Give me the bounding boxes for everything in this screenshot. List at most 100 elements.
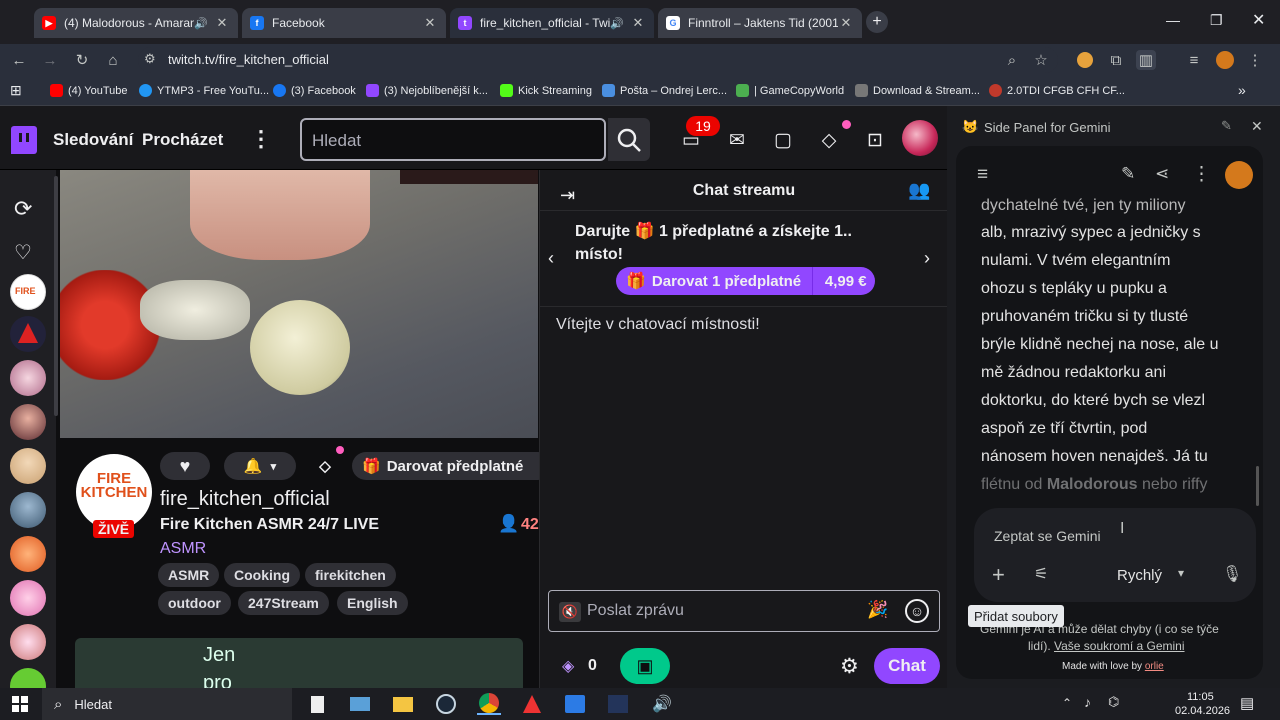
search-input[interactable]: Hledat	[300, 118, 606, 161]
taskbar-app-red[interactable]	[520, 693, 544, 715]
sidebar-scrollbar[interactable]	[54, 176, 58, 416]
chevron-left-icon[interactable]: ‹	[548, 248, 554, 269]
bookmark-download[interactable]: Download & Stream...	[855, 84, 980, 97]
reload-icon[interactable]: ↻	[72, 50, 92, 70]
apps-icon[interactable]: ⊞	[10, 82, 22, 99]
clock-time[interactable]: 11:05	[1187, 691, 1214, 703]
chat-send-button[interactable]: Chat	[874, 648, 940, 684]
taskbar-app-file[interactable]	[305, 693, 329, 715]
bookmark-posta[interactable]: Pošta – Ondrej Lerc...	[602, 84, 727, 97]
taskbar-app-dark[interactable]	[606, 693, 630, 715]
celebrate-icon[interactable]: 🎉	[867, 600, 888, 620]
bookmark-kick[interactable]: Kick Streaming	[500, 84, 592, 97]
gift-subscription-button[interactable]: 🎁 Darovat předplatné	[352, 452, 552, 480]
taskbar-app-explorer[interactable]	[391, 693, 415, 715]
tab-facebook[interactable]: f Facebook ✕	[242, 8, 446, 38]
channel-avatar[interactable]	[10, 360, 46, 396]
more-bookmarks-icon[interactable]: »	[1238, 82, 1246, 98]
tag[interactable]: 247Stream	[238, 591, 329, 615]
chrome-icon[interactable]	[477, 693, 501, 715]
share-icon[interactable]: ⋖	[1155, 164, 1169, 184]
account-avatar[interactable]	[1225, 161, 1253, 189]
chat-message-input[interactable]: 🔇 Poslat zprávu 🎉 ☺	[548, 590, 940, 632]
channel-avatar[interactable]	[10, 404, 46, 440]
channel-avatar[interactable]	[10, 624, 46, 660]
search-button[interactable]	[608, 118, 650, 161]
bookmark-ytmp3[interactable]: YTMP3 - Free YouTu...	[139, 84, 269, 97]
side-panel-icon[interactable]: ▥	[1136, 50, 1156, 70]
close-window-icon[interactable]: ✕	[1252, 10, 1265, 30]
site-settings-icon[interactable]: ⚙	[144, 51, 156, 67]
more-options-icon[interactable]: ⋮	[1192, 163, 1211, 186]
close-tab-icon[interactable]: ✕	[214, 15, 230, 31]
prime-button[interactable]: ◇	[308, 452, 342, 480]
bookmark-youtube[interactable]: (4) YouTube	[50, 84, 128, 97]
nav-following[interactable]: Sledování	[53, 130, 133, 150]
speaker-tray-icon[interactable]: ♪	[1084, 694, 1091, 710]
model-mode-selector[interactable]: Rychlý	[1117, 567, 1162, 584]
network-tray-icon[interactable]: ⌬	[1108, 694, 1119, 710]
nav-browse[interactable]: Procházet	[142, 130, 223, 150]
tag[interactable]: English	[337, 591, 408, 615]
recommended-icon[interactable]: ⟳	[14, 196, 32, 222]
profile-avatar-icon[interactable]	[1215, 50, 1235, 70]
channel-avatar[interactable]: FIRE	[10, 274, 46, 310]
following-heart-icon[interactable]: ♡	[14, 240, 32, 265]
bookmark-facebook[interactable]: (3) Facebook	[273, 84, 356, 97]
pin-icon[interactable]: ✎	[1221, 118, 1232, 134]
back-icon[interactable]: ←	[9, 50, 29, 70]
user-avatar[interactable]	[902, 120, 938, 156]
clock-date[interactable]: 02.04.2026	[1175, 705, 1230, 717]
gift-one-sub-button[interactable]: 🎁 Darovat 1 předplatné 4,99 €	[616, 267, 875, 295]
bits-icon[interactable]: ⊡	[863, 128, 887, 152]
tag[interactable]: ASMR	[158, 563, 220, 587]
tag[interactable]: Cooking	[224, 563, 300, 587]
channel-avatar[interactable]	[10, 448, 46, 484]
tag[interactable]: firekitchen	[305, 563, 396, 587]
microphone-icon[interactable]: 🎙	[1222, 564, 1242, 584]
media-control-icon[interactable]: ≡	[1184, 50, 1204, 70]
address-bar[interactable]: ⚙ twitch.tv/fire_kitchen_official	[138, 47, 1058, 73]
stream-category[interactable]: ASMR	[160, 540, 206, 558]
chat-scrollbar[interactable]	[1256, 466, 1259, 506]
tools-icon[interactable]: ⚟	[1034, 564, 1048, 584]
start-button[interactable]	[8, 693, 32, 715]
close-tab-icon[interactable]: ✕	[422, 15, 438, 31]
extensions-icon[interactable]: ⧉	[1106, 50, 1126, 70]
author-link[interactable]: orlie	[1145, 661, 1164, 672]
steam-icon[interactable]	[434, 693, 458, 715]
tray-chevron-icon[interactable]: ⌃	[1062, 696, 1072, 710]
forward-icon[interactable]: →	[40, 50, 60, 70]
channel-avatar[interactable]	[10, 580, 46, 616]
follow-heart-button[interactable]: ♥	[160, 452, 210, 480]
close-tab-icon[interactable]: ✕	[838, 15, 854, 31]
zoom-icon[interactable]: ⌕	[1002, 50, 1022, 70]
channel-points-icon[interactable]: ◈	[562, 656, 574, 676]
channel-avatar[interactable]	[10, 668, 46, 688]
chat-users-icon[interactable]: 👥	[908, 180, 930, 201]
hamburger-menu-icon[interactable]: ≡	[977, 164, 988, 186]
tag[interactable]: outdoor	[158, 591, 231, 615]
privacy-link[interactable]: Vaše soukromí a Gemini	[1054, 639, 1185, 653]
twitch-logo-icon[interactable]	[11, 126, 37, 154]
speaker-icon[interactable]: 🔊	[610, 17, 624, 30]
bookmark-star-icon[interactable]: ☆	[1031, 50, 1051, 70]
inbox-icon[interactable]: ✉	[725, 128, 749, 152]
taskbar-app-speaker[interactable]: 🔊	[650, 693, 674, 715]
muted-icon[interactable]: 🔇	[559, 602, 581, 622]
chevron-right-icon[interactable]: ›	[924, 248, 930, 269]
bookmark-twitch[interactable]: (3) Nejoblíbenější k...	[366, 84, 488, 97]
taskbar-app-image[interactable]	[348, 693, 372, 715]
emote-picker-icon[interactable]: ☺	[905, 599, 929, 623]
gemini-prompt-box[interactable]: Zeptat se Gemini I + ⚟ Rychlý ▾ 🎙	[974, 508, 1256, 602]
rewards-button[interactable]: ▣	[620, 648, 670, 684]
home-icon[interactable]: ⌂	[103, 50, 123, 70]
notification-center-icon[interactable]: ▤	[1240, 694, 1254, 712]
tab-malodorous[interactable]: ▶ (4) Malodorous - Amaranth 🔊 ✕	[34, 8, 238, 38]
prime-icon[interactable]: ◇	[817, 128, 841, 152]
notification-bell-button[interactable]: 🔔 ▾	[224, 452, 296, 480]
minimize-icon[interactable]: —	[1166, 12, 1180, 28]
speaker-icon[interactable]: 🔊	[194, 17, 208, 30]
tab-twitch[interactable]: t fire_kitchen_official - Twitch 🔊 ✕	[450, 8, 654, 38]
add-files-icon[interactable]: +	[992, 562, 1005, 588]
